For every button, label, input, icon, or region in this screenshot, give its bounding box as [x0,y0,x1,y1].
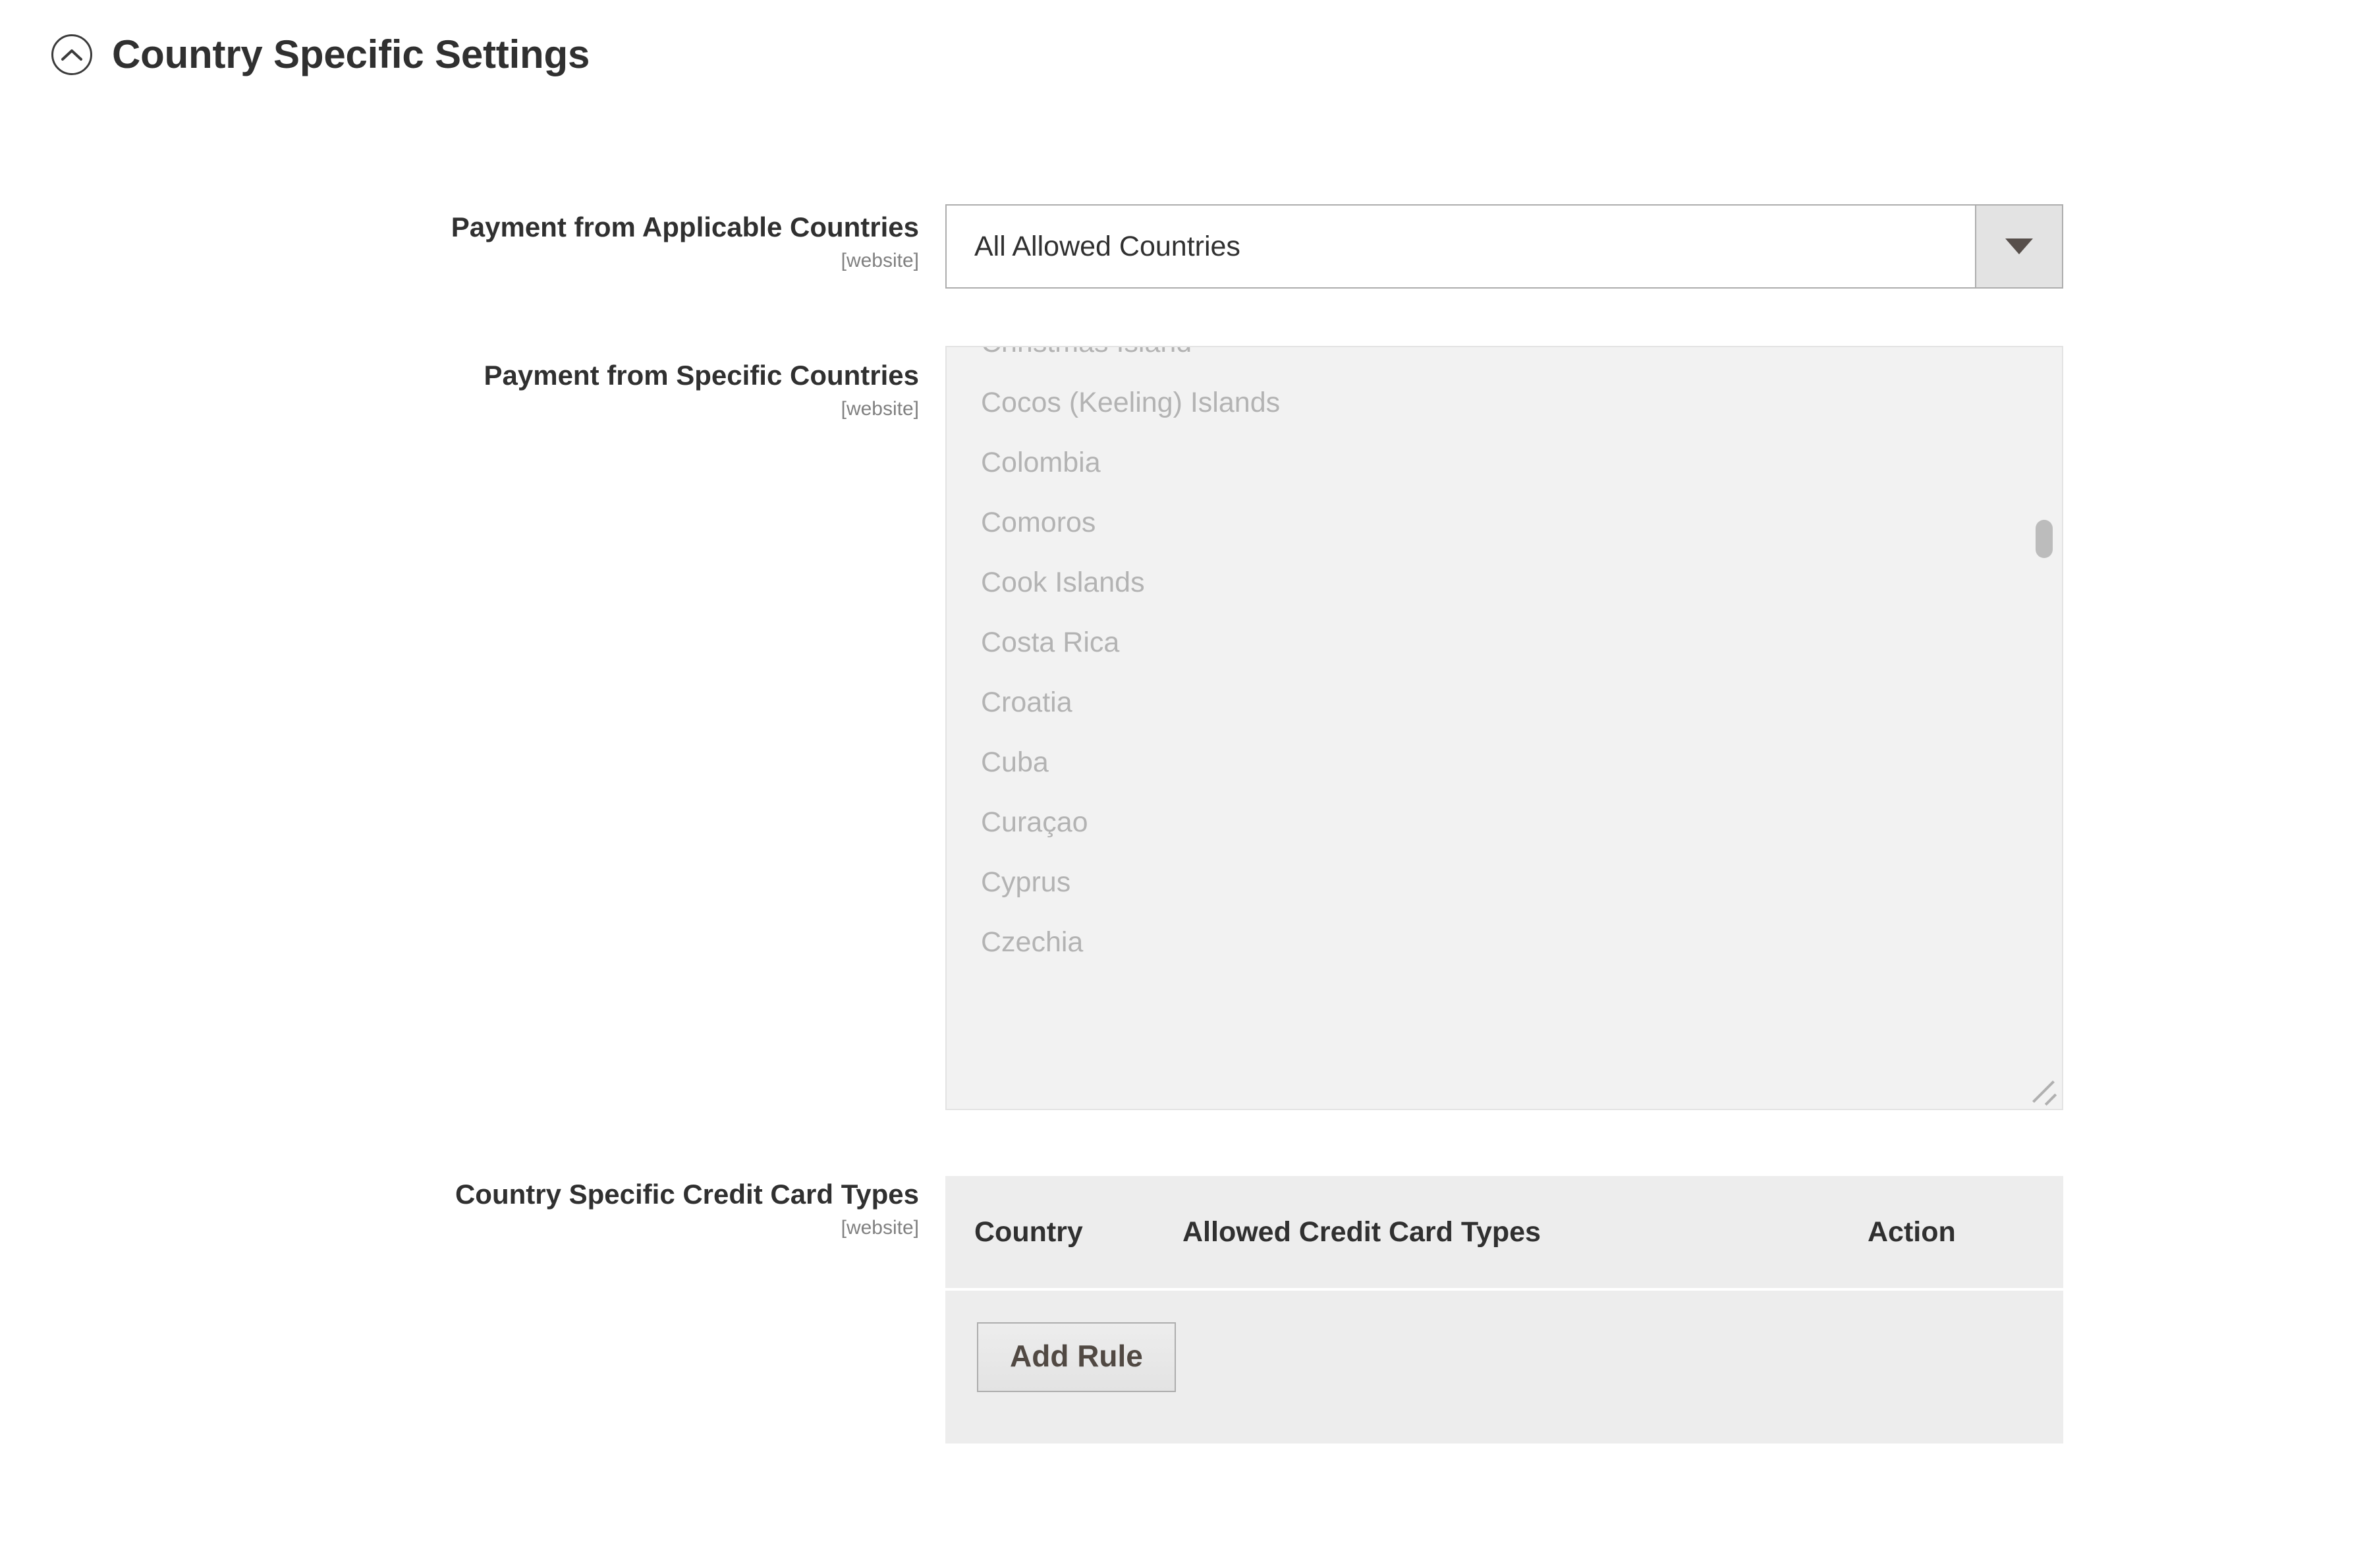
multiselect-option[interactable]: Comoros [947,493,2062,553]
select-dropdown-button[interactable] [1975,206,2062,287]
label-scope: [website] [841,1216,919,1239]
label-text: Payment from Applicable Countries [451,211,919,242]
page-title: Country Specific Settings [112,32,590,76]
country-specific-credit-card-types-table: Country Allowed Credit Card Types Action… [945,1176,2063,1443]
payment-specific-countries-multiselect[interactable]: Christmas IslandCocos (Keeling) IslandsC… [945,346,2063,1110]
multiselect-option[interactable]: Curaçao [947,793,2062,853]
multiselect-option[interactable]: Cocos (Keeling) Islands [947,373,2062,433]
select-selected-value: All Allowed Countries [974,230,1240,262]
section-header[interactable]: Country Specific Settings [51,34,590,75]
label-text: Country Specific Credit Card Types [455,1179,919,1210]
multiselect-scrollbar-thumb[interactable] [2036,520,2053,558]
chevron-up-circle-icon[interactable] [51,34,92,75]
multiselect-option[interactable]: Costa Rica [947,613,2062,673]
label-payment-applicable-countries: Payment from Applicable Countries [websi… [36,211,919,273]
payment-applicable-countries-select[interactable]: All Allowed Countries [945,204,2063,289]
multiselect-option[interactable]: Cyprus [947,853,2062,912]
multiselect-option[interactable]: Czechia [947,912,2062,972]
column-header-action: Action [1868,1216,1956,1248]
table-body: Add Rule [945,1291,2063,1443]
multiselect-option[interactable]: Christmas Island [947,347,2062,373]
resize-grip-icon[interactable] [2028,1075,2058,1106]
multiselect-option[interactable]: Cook Islands [947,553,2062,613]
table-header-row: Country Allowed Credit Card Types Action [945,1176,2063,1291]
multiselect-option[interactable]: Cuba [947,733,2062,793]
multiselect-option-list: Christmas IslandCocos (Keeling) IslandsC… [947,347,2062,972]
label-text: Payment from Specific Countries [484,360,920,391]
label-payment-specific-countries: Payment from Specific Countries [website… [36,359,920,422]
label-scope: [website] [841,397,919,420]
label-scope: [website] [841,249,919,271]
add-rule-button[interactable]: Add Rule [977,1322,1176,1392]
multiselect-option[interactable]: Croatia [947,673,2062,733]
label-country-specific-credit-card-types: Country Specific Credit Card Types [webs… [36,1178,919,1241]
multiselect-option[interactable]: Colombia [947,433,2062,493]
column-header-country: Country [974,1216,1083,1248]
column-header-allowed-credit-card-types: Allowed Credit Card Types [1182,1216,1541,1248]
caret-down-icon [2005,238,2033,254]
